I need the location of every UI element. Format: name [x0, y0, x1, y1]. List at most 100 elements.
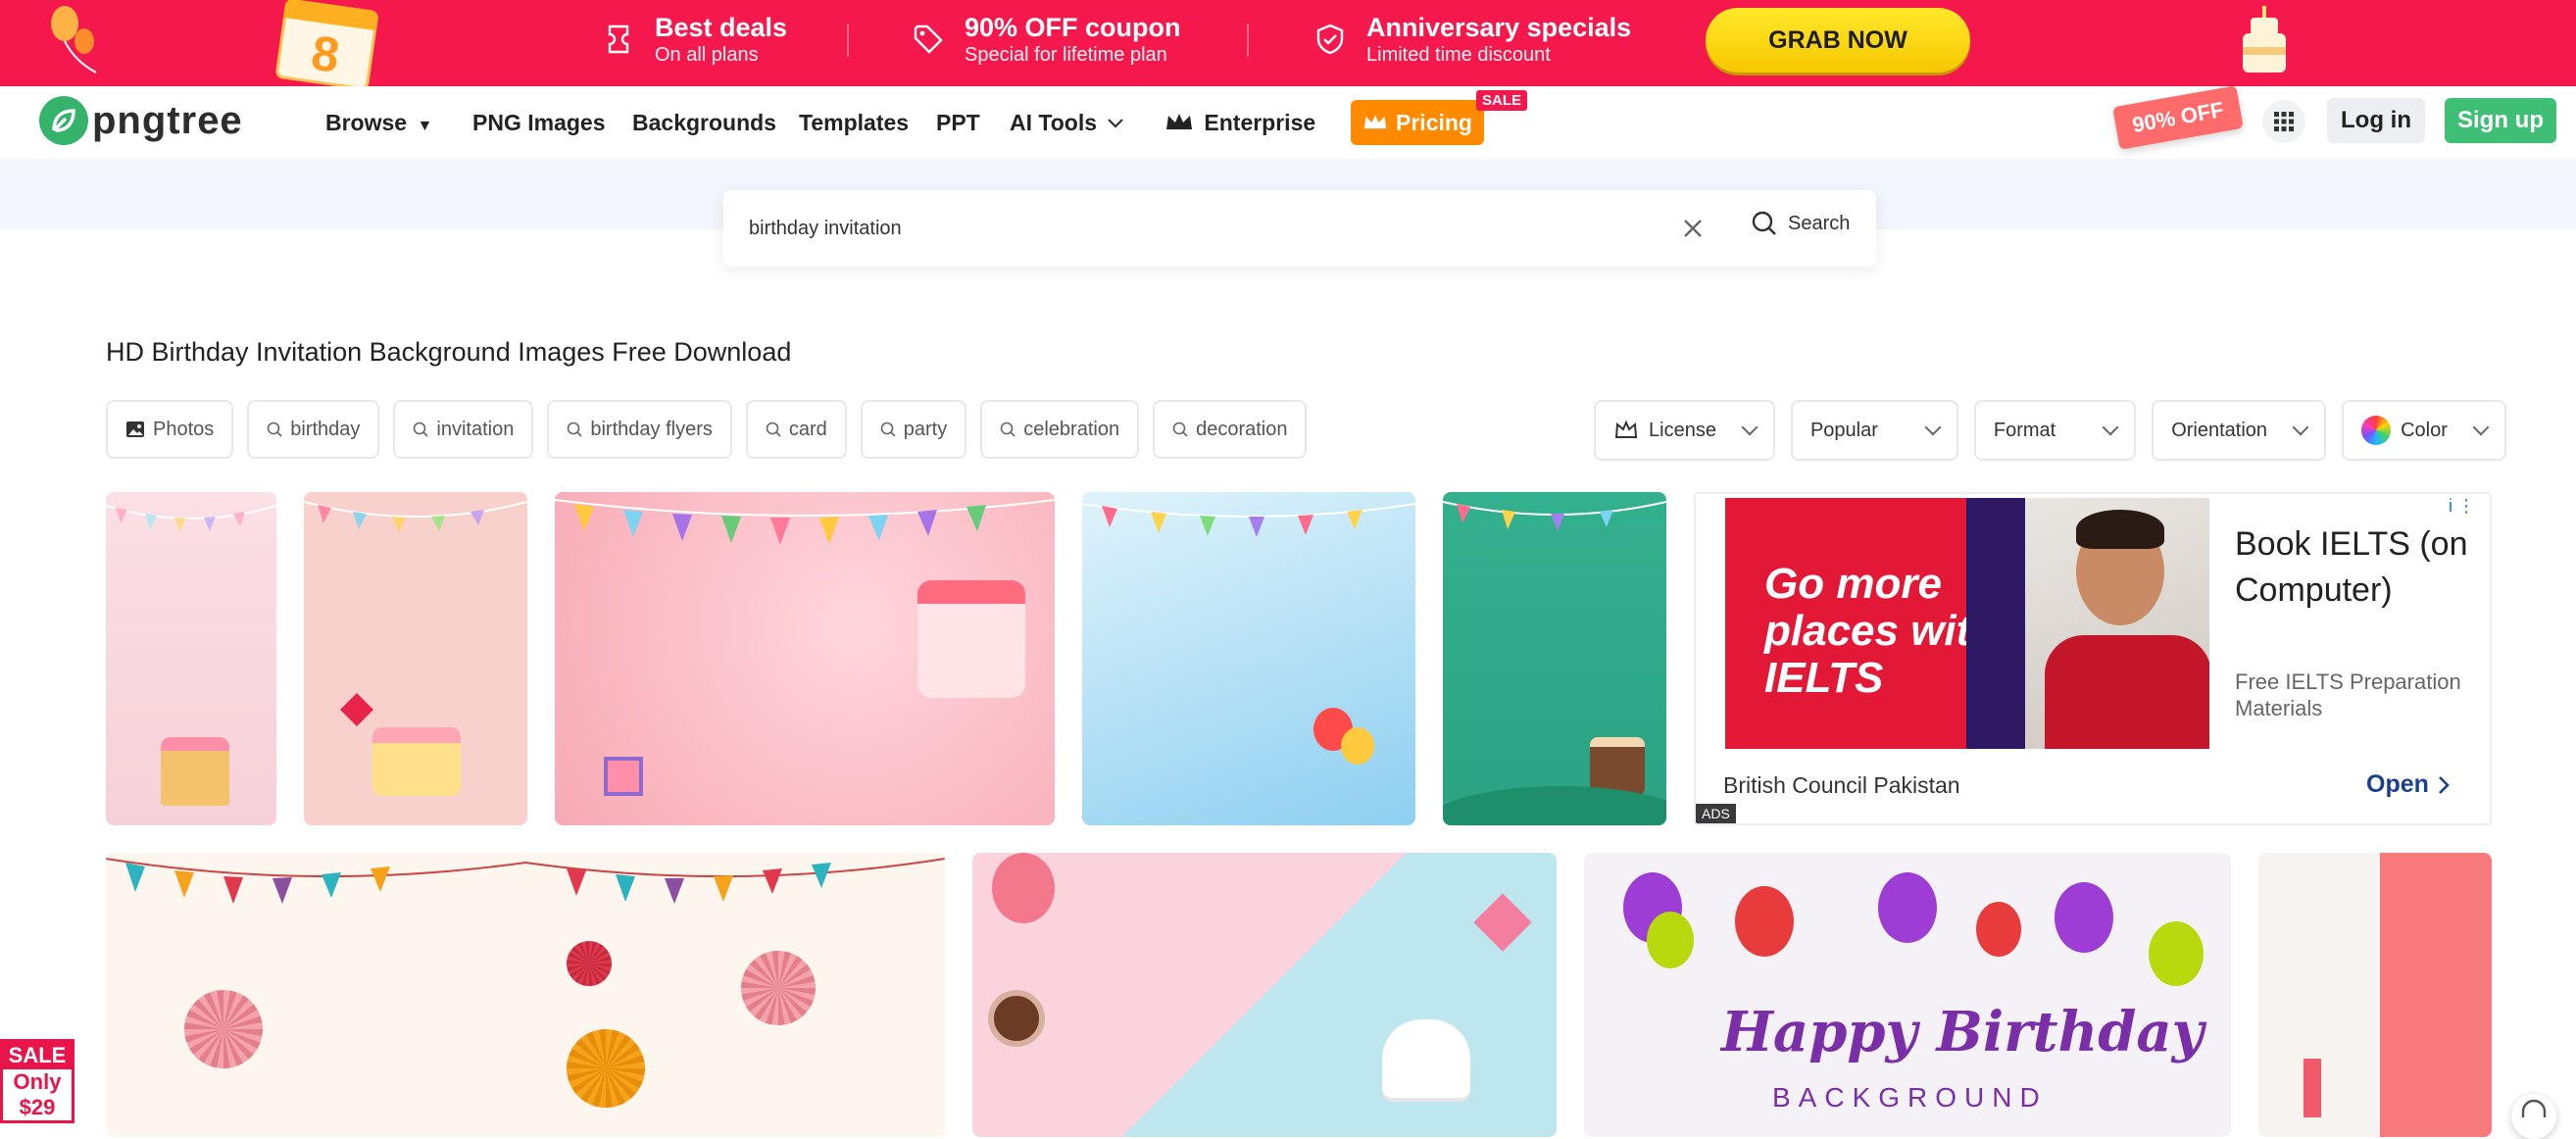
- cake-illustration: [161, 737, 229, 806]
- pngtree-leaf-icon: [39, 96, 88, 145]
- filter-color[interactable]: Color: [2342, 400, 2506, 461]
- nav-browse[interactable]: Browse ▼: [325, 110, 432, 136]
- balloon-shape: [1878, 872, 1937, 943]
- result-card[interactable]: [106, 853, 945, 1137]
- chip-birthday[interactable]: birthday: [247, 400, 380, 459]
- chip-label: birthday flyers: [590, 418, 713, 440]
- filter-format[interactable]: Format: [1973, 400, 2137, 461]
- nav-ai-tools-label: AI Tools: [1010, 110, 1098, 135]
- bunting-decoration: [304, 501, 527, 533]
- nav-enterprise-label: Enterprise: [1204, 110, 1316, 135]
- filter-orientation[interactable]: Orientation: [2152, 400, 2327, 461]
- result-card[interactable]: [555, 492, 1055, 825]
- paper-fan-decoration: [184, 990, 263, 1068]
- nav-browse-label: Browse: [325, 110, 408, 135]
- nav-backgrounds[interactable]: Backgrounds: [632, 110, 776, 136]
- promo-coupon[interactable]: 90% OFF coupon Special for lifetime plan: [912, 12, 1181, 67]
- nav-ai-tools[interactable]: AI Tools: [1010, 110, 1124, 136]
- chip-invitation[interactable]: invitation: [393, 400, 534, 459]
- search-icon: [1752, 211, 1776, 235]
- balloon-shape: [1976, 902, 2021, 957]
- hill-shape: [1443, 786, 1666, 825]
- ad-open-button[interactable]: Open: [2366, 770, 2451, 799]
- filter-license[interactable]: License: [1594, 400, 1775, 461]
- promo-anniversary-title: Anniversary specials: [1366, 13, 1632, 42]
- result-card[interactable]: [106, 492, 276, 825]
- chip-party[interactable]: party: [860, 400, 967, 459]
- grab-now-button[interactable]: GRAB NOW: [1706, 8, 1970, 73]
- sale-badge[interactable]: SALE Only $29: [0, 1039, 74, 1123]
- balloon-shape: [2149, 921, 2204, 986]
- paper-fan-decoration: [567, 941, 612, 986]
- chip-card[interactable]: card: [745, 400, 847, 459]
- ad-photo: [2025, 498, 2209, 749]
- search-button[interactable]: Search: [1751, 210, 1850, 237]
- promo-coupon-title: 90% OFF coupon: [965, 13, 1181, 42]
- ad-info-icon[interactable]: i ⋮: [2449, 496, 2475, 517]
- chip-label: invitation: [436, 418, 515, 440]
- result-card[interactable]: [1082, 492, 1415, 825]
- pngtree-logo[interactable]: pngtree: [39, 96, 243, 145]
- promo-banner[interactable]: 8 Best deals On all plans 90% OFF coupon…: [0, 0, 2576, 91]
- price-tag-icon: [914, 25, 943, 54]
- sale-badge-only: Only: [13, 1069, 62, 1094]
- search-icon: [568, 421, 582, 437]
- promo-anniversary-sub: Limited time discount: [1366, 44, 1551, 66]
- chip-birthday-flyers[interactable]: birthday flyers: [547, 400, 732, 459]
- paper-fan-decoration: [567, 1029, 645, 1108]
- clear-search-icon[interactable]: [1678, 214, 1708, 243]
- filter-license-label: License: [1649, 419, 1716, 441]
- color-wheel-icon: [2361, 416, 2392, 445]
- ad-advertiser: British Council Pakistan: [1723, 772, 1960, 798]
- result-card[interactable]: [972, 853, 1557, 1137]
- coupon-ticket-icon: [608, 25, 629, 54]
- nav-png-images[interactable]: PNG Images: [472, 110, 606, 136]
- promo-anniversary[interactable]: Anniversary specials Limited time discou…: [1313, 12, 1631, 67]
- apps-grid-button[interactable]: [2262, 100, 2305, 143]
- chip-celebration[interactable]: celebration: [980, 400, 1140, 459]
- promo-best-deals[interactable]: Best deals On all plans: [602, 12, 787, 67]
- chip-photos[interactable]: Photos: [106, 400, 234, 459]
- nav-templates[interactable]: Templates: [799, 110, 909, 136]
- promo-best-deals-sub: On all plans: [655, 44, 759, 66]
- search-input[interactable]: [749, 217, 1651, 240]
- signup-button[interactable]: Sign up: [2445, 98, 2556, 143]
- cake-decoration-icon: [2243, 6, 2286, 73]
- pricing-button[interactable]: Pricing: [1351, 100, 1484, 145]
- balloons-illustration: [1341, 727, 1374, 765]
- search-icon: [880, 421, 896, 437]
- background-label: BACKGROUND: [1772, 1082, 2048, 1113]
- chip-label: birthday: [290, 418, 361, 440]
- gem-shape: [1473, 893, 1532, 952]
- chevron-down-icon: [1924, 419, 1942, 436]
- search-icon: [414, 421, 428, 437]
- ad-info-label: i: [2449, 496, 2452, 516]
- result-card[interactable]: [2258, 853, 2492, 1137]
- headset-icon: [2521, 1099, 2547, 1117]
- promo-divider: [1247, 24, 1249, 57]
- bunting-decoration: [555, 499, 1055, 545]
- nav-enterprise[interactable]: Enterprise: [1164, 110, 1315, 136]
- filter-popular[interactable]: Popular: [1790, 400, 1958, 461]
- filter-popular-label: Popular: [1809, 419, 1878, 441]
- support-chat-button[interactable]: [2511, 1094, 2556, 1139]
- promo-best-deals-title: Best deals: [655, 13, 788, 42]
- login-button[interactable]: Log in: [2327, 98, 2425, 143]
- bunting-decoration: [1082, 503, 1415, 537]
- discount-tag[interactable]: 90% OFF: [2112, 85, 2244, 150]
- sale-badge-price: $29: [19, 1095, 56, 1119]
- result-card[interactable]: [304, 492, 527, 825]
- filter-bar: License Popular Format Orientation Color: [1594, 400, 2506, 461]
- crown-icon: [1166, 114, 1192, 129]
- result-card[interactable]: [1443, 492, 1666, 825]
- chip-decoration[interactable]: decoration: [1153, 400, 1308, 459]
- ad-banner[interactable]: Go more places with IELTS Book IELTS (on…: [1694, 492, 2492, 825]
- nav-ppt[interactable]: PPT: [936, 110, 980, 136]
- logo-wordmark: pngtree: [92, 98, 243, 142]
- result-card[interactable]: Happy Birthday BACKGROUND: [1584, 853, 2231, 1137]
- happy-birthday-text: Happy Birthday: [1721, 1000, 2204, 1065]
- cake-illustration: [372, 727, 461, 796]
- candle-shape: [2304, 1059, 2321, 1117]
- cake-illustration: [917, 580, 1025, 698]
- crown-icon: [1363, 115, 1387, 129]
